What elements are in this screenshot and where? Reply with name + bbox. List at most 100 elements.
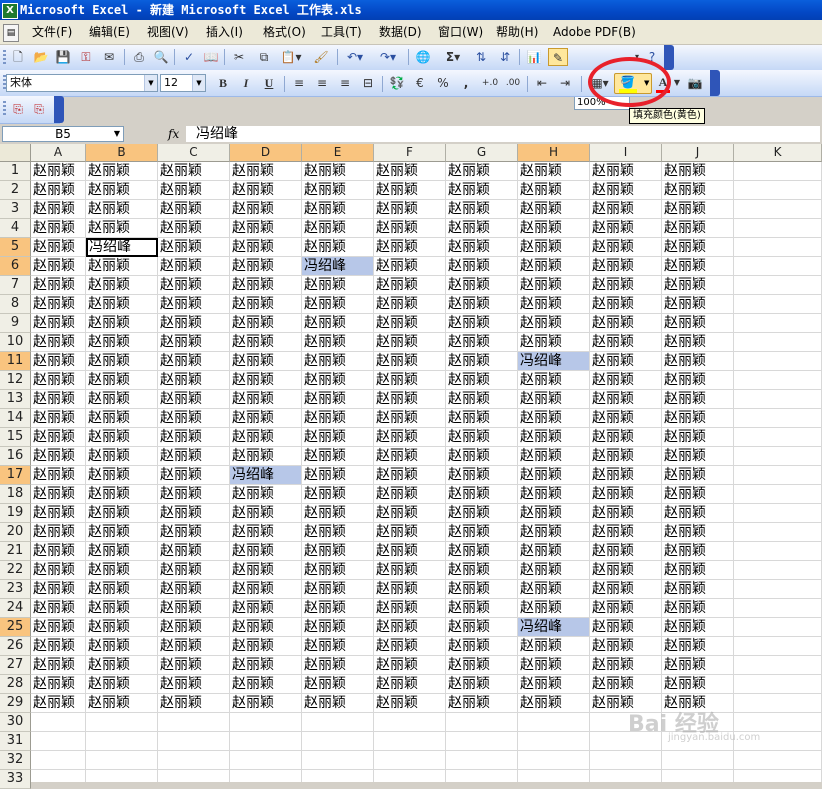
cell-A23[interactable]: 赵丽颖 xyxy=(31,580,86,599)
cell-J26[interactable]: 赵丽颖 xyxy=(662,637,734,656)
cell-G9[interactable]: 赵丽颖 xyxy=(446,314,518,333)
menu-insert[interactable]: 插入(I) xyxy=(206,24,243,40)
hyperlink-icon[interactable]: 🌐 xyxy=(414,48,432,66)
align-center-icon[interactable]: ≡ xyxy=(313,74,331,92)
chevron-down-icon[interactable]: ▼ xyxy=(114,127,120,141)
open-icon[interactable]: 📂 xyxy=(32,48,50,66)
menu-window[interactable]: 窗口(W) xyxy=(438,24,483,40)
cell-G3[interactable]: 赵丽颖 xyxy=(446,200,518,219)
cell-G32[interactable] xyxy=(446,751,518,770)
cell-K11[interactable] xyxy=(734,352,822,371)
cell-F27[interactable]: 赵丽颖 xyxy=(374,656,446,675)
cell-E6[interactable]: 冯绍峰 xyxy=(302,257,374,276)
cell-C7[interactable]: 赵丽颖 xyxy=(158,276,230,295)
cell-I19[interactable]: 赵丽颖 xyxy=(590,504,662,523)
cell-I18[interactable]: 赵丽颖 xyxy=(590,485,662,504)
cell-G24[interactable]: 赵丽颖 xyxy=(446,599,518,618)
cell-F31[interactable] xyxy=(374,732,446,751)
new-icon[interactable]: 🗋 xyxy=(10,48,26,66)
cell-B13[interactable]: 赵丽颖 xyxy=(86,390,158,409)
cell-I15[interactable]: 赵丽颖 xyxy=(590,428,662,447)
toolbar-options-icon[interactable] xyxy=(664,45,674,70)
row-header-32[interactable]: 32 xyxy=(0,751,31,770)
cell-I10[interactable]: 赵丽颖 xyxy=(590,333,662,352)
cell-F30[interactable] xyxy=(374,713,446,732)
excel-app-icon[interactable]: X xyxy=(2,3,18,19)
bold-button[interactable]: B xyxy=(214,74,232,92)
cell-H20[interactable]: 赵丽颖 xyxy=(518,523,590,542)
cell-K3[interactable] xyxy=(734,200,822,219)
cell-C11[interactable]: 赵丽颖 xyxy=(158,352,230,371)
cell-I13[interactable]: 赵丽颖 xyxy=(590,390,662,409)
cell-A3[interactable]: 赵丽颖 xyxy=(31,200,86,219)
cell-D6[interactable]: 赵丽颖 xyxy=(230,257,302,276)
cell-I6[interactable]: 赵丽颖 xyxy=(590,257,662,276)
cell-C5[interactable]: 赵丽颖 xyxy=(158,238,230,257)
cell-E30[interactable] xyxy=(302,713,374,732)
cell-F11[interactable]: 赵丽颖 xyxy=(374,352,446,371)
increase-indent-icon[interactable]: ⇥ xyxy=(556,74,574,92)
cell-F8[interactable]: 赵丽颖 xyxy=(374,295,446,314)
cell-C15[interactable]: 赵丽颖 xyxy=(158,428,230,447)
cell-G29[interactable]: 赵丽颖 xyxy=(446,694,518,713)
cell-C16[interactable]: 赵丽颖 xyxy=(158,447,230,466)
cell-A7[interactable]: 赵丽颖 xyxy=(31,276,86,295)
cell-G19[interactable]: 赵丽颖 xyxy=(446,504,518,523)
cell-E20[interactable]: 赵丽颖 xyxy=(302,523,374,542)
cell-I33[interactable] xyxy=(590,770,662,782)
menu-format[interactable]: 格式(O) xyxy=(263,24,306,40)
cell-K15[interactable] xyxy=(734,428,822,447)
row-header-21[interactable]: 21 xyxy=(0,542,31,561)
cell-I24[interactable]: 赵丽颖 xyxy=(590,599,662,618)
column-header-E[interactable]: E xyxy=(302,144,374,162)
italic-button[interactable]: I xyxy=(237,74,255,92)
cell-E21[interactable]: 赵丽颖 xyxy=(302,542,374,561)
cell-F22[interactable]: 赵丽颖 xyxy=(374,561,446,580)
cell-K29[interactable] xyxy=(734,694,822,713)
cell-B18[interactable]: 赵丽颖 xyxy=(86,485,158,504)
chevron-down-icon[interactable]: ▼ xyxy=(192,75,205,91)
column-header-C[interactable]: C xyxy=(158,144,230,162)
cell-F15[interactable]: 赵丽颖 xyxy=(374,428,446,447)
row-header-12[interactable]: 12 xyxy=(0,371,31,390)
cell-E4[interactable]: 赵丽颖 xyxy=(302,219,374,238)
cell-F25[interactable]: 赵丽颖 xyxy=(374,618,446,637)
cell-K13[interactable] xyxy=(734,390,822,409)
cell-J10[interactable]: 赵丽颖 xyxy=(662,333,734,352)
cell-K5[interactable] xyxy=(734,238,822,257)
select-all-button[interactable] xyxy=(0,144,31,162)
cell-D32[interactable] xyxy=(230,751,302,770)
cell-H7[interactable]: 赵丽颖 xyxy=(518,276,590,295)
cell-D18[interactable]: 赵丽颖 xyxy=(230,485,302,504)
cell-G18[interactable]: 赵丽颖 xyxy=(446,485,518,504)
cell-C31[interactable] xyxy=(158,732,230,751)
row-header-24[interactable]: 24 xyxy=(0,599,31,618)
cell-K1[interactable] xyxy=(734,162,822,181)
cell-I3[interactable]: 赵丽颖 xyxy=(590,200,662,219)
cell-A30[interactable] xyxy=(31,713,86,732)
row-header-15[interactable]: 15 xyxy=(0,428,31,447)
row-header-8[interactable]: 8 xyxy=(0,295,31,314)
cell-E7[interactable]: 赵丽颖 xyxy=(302,276,374,295)
cell-E26[interactable]: 赵丽颖 xyxy=(302,637,374,656)
cell-E16[interactable]: 赵丽颖 xyxy=(302,447,374,466)
cell-D30[interactable] xyxy=(230,713,302,732)
cell-J9[interactable]: 赵丽颖 xyxy=(662,314,734,333)
cell-J8[interactable]: 赵丽颖 xyxy=(662,295,734,314)
cell-A32[interactable] xyxy=(31,751,86,770)
cell-H8[interactable]: 赵丽颖 xyxy=(518,295,590,314)
cell-G2[interactable]: 赵丽颖 xyxy=(446,181,518,200)
cell-J13[interactable]: 赵丽颖 xyxy=(662,390,734,409)
column-header-J[interactable]: J xyxy=(662,144,734,162)
cell-H14[interactable]: 赵丽颖 xyxy=(518,409,590,428)
cell-H19[interactable]: 赵丽颖 xyxy=(518,504,590,523)
cell-I28[interactable]: 赵丽颖 xyxy=(590,675,662,694)
cell-G7[interactable]: 赵丽颖 xyxy=(446,276,518,295)
percent-style-button[interactable]: % xyxy=(434,74,452,92)
cell-D24[interactable]: 赵丽颖 xyxy=(230,599,302,618)
cell-C13[interactable]: 赵丽颖 xyxy=(158,390,230,409)
cell-G27[interactable]: 赵丽颖 xyxy=(446,656,518,675)
cell-C25[interactable]: 赵丽颖 xyxy=(158,618,230,637)
drawing-icon[interactable]: ✎ xyxy=(548,48,568,66)
row-header-14[interactable]: 14 xyxy=(0,409,31,428)
